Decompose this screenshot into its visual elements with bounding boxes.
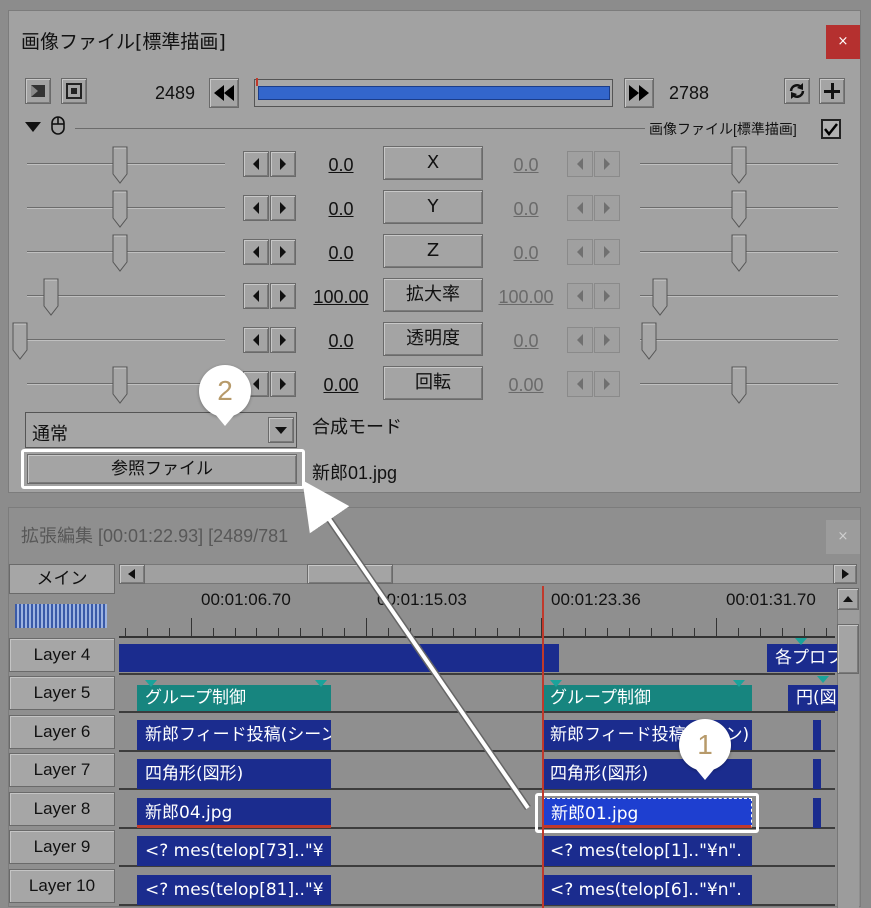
callout-1: 1 [679,719,731,771]
callout-1-pointer [695,768,715,780]
callout-2-pointer [215,414,235,426]
callout-2: 2 [199,365,251,417]
annotation-arrow [302,480,531,810]
